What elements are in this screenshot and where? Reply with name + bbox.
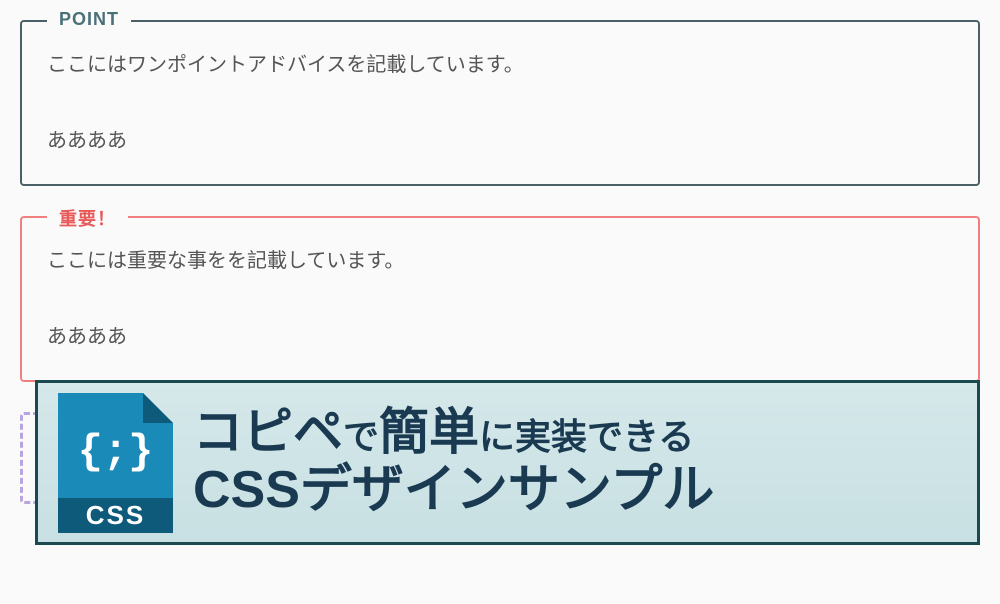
important-text-line1: ここには重要な事をを記載しています。 xyxy=(47,243,953,279)
point-text-line2: ああああ xyxy=(47,123,953,159)
point-box-label: POINT xyxy=(47,9,131,30)
banner-line1-part1: コピペ xyxy=(193,404,343,460)
point-box: POINT ここにはワンポイントアドバイスを記載しています。 ああああ xyxy=(20,20,980,186)
point-box-content: ここにはワンポイントアドバイスを記載しています。 ああああ xyxy=(47,47,953,159)
banner-line1-part4: に実装できる xyxy=(479,416,694,457)
banner-line1-part3: 簡単 xyxy=(379,404,479,460)
file-icon-css-label: CSS xyxy=(58,498,173,533)
point-text-line1: ここにはワンポイントアドバイスを記載しています。 xyxy=(47,47,953,83)
banner-line1: コピペで簡単に実装できる xyxy=(193,404,714,462)
css-sample-banner: {;} CSS コピペで簡単に実装できる CSSデザインサンプル xyxy=(35,380,980,545)
banner-text: コピペで簡単に実装できる CSSデザインサンプル xyxy=(193,404,714,521)
css-file-icon: {;} CSS xyxy=(58,393,173,533)
banner-line2: CSSデザインサンプル xyxy=(193,461,714,521)
important-box-content: ここには重要な事をを記載しています。 ああああ xyxy=(47,243,953,355)
important-box: 重要！ ここには重要な事をを記載しています。 ああああ xyxy=(20,216,980,382)
banner-line1-part2: で xyxy=(343,416,379,457)
file-icon-braces: {;} xyxy=(58,428,173,476)
important-box-label: 重要！ xyxy=(47,205,128,231)
important-text-line2: ああああ xyxy=(47,319,953,355)
